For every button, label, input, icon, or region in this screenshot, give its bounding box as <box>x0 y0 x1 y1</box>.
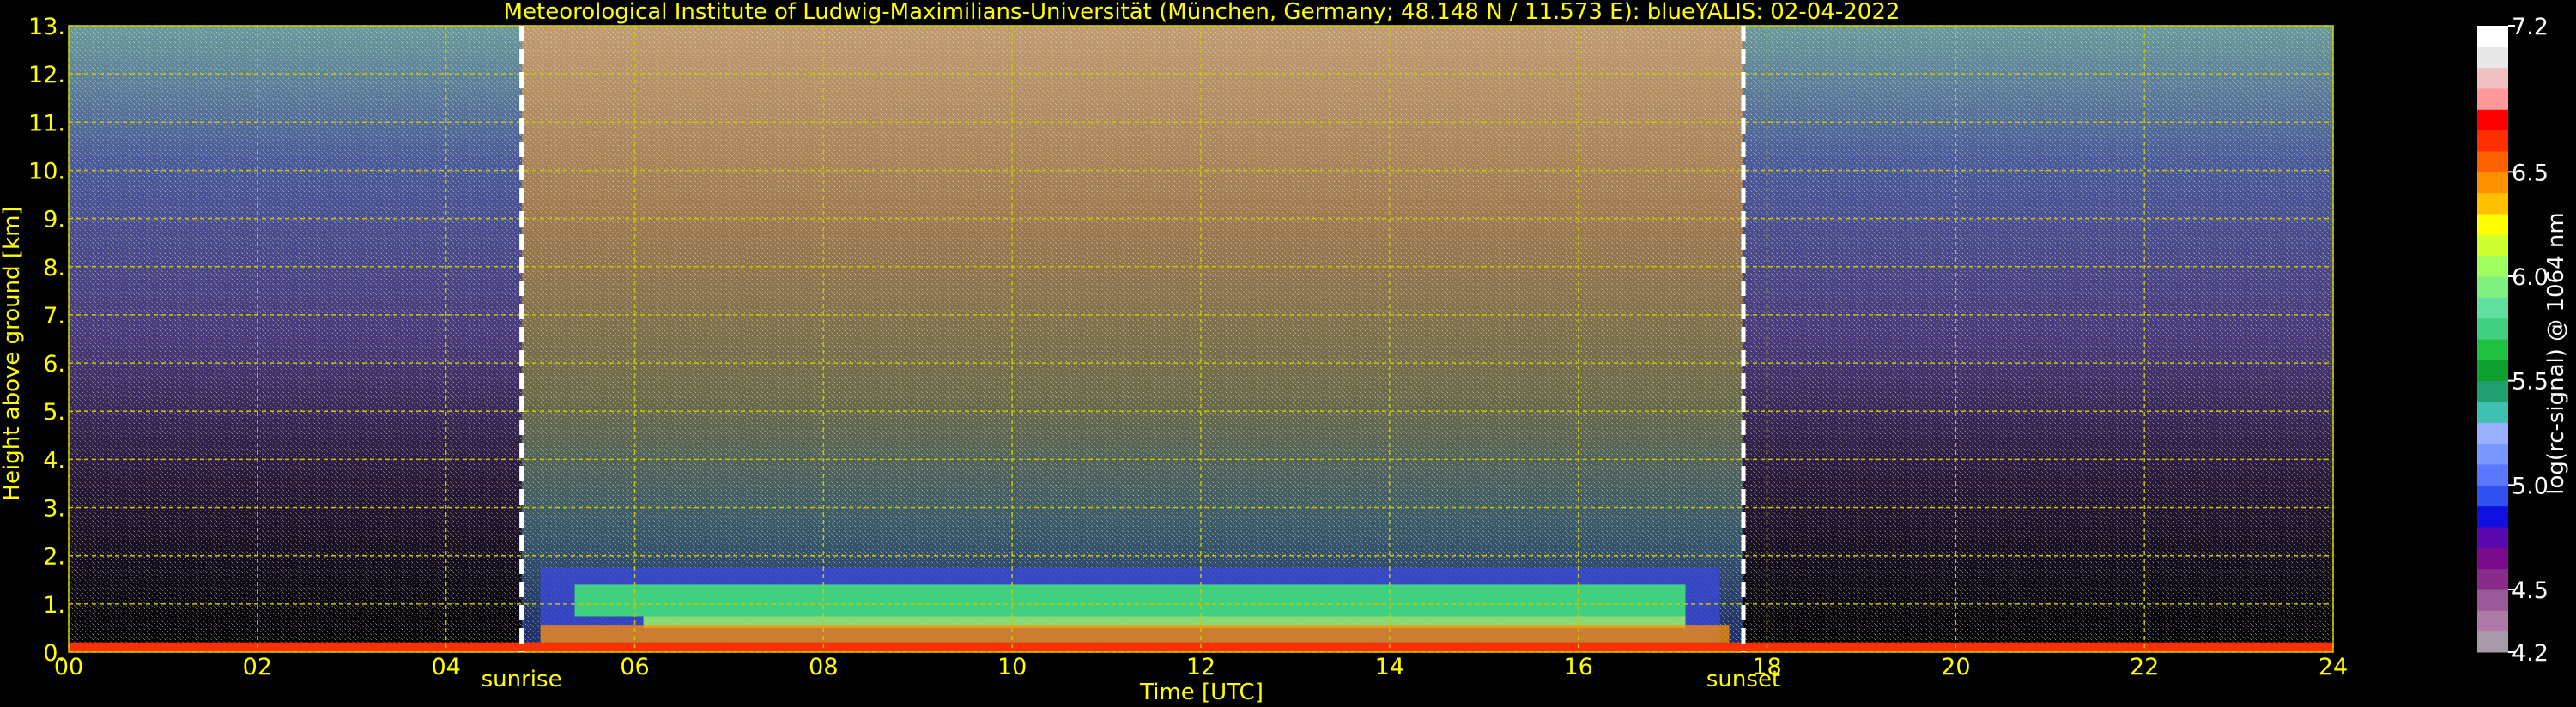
lidar-chart: sunrise sunset 00 02 04 06 08 10 12 14 16 18 20 22 24… <box>0 0 2569 705</box>
colorbar-swatch <box>2477 631 2508 653</box>
y-tick-label: 1. <box>43 592 65 619</box>
colorbar-swatch <box>2477 505 2508 528</box>
x-tick-label: 04 <box>431 654 460 680</box>
colorbar-swatch <box>2477 317 2508 340</box>
x-tick-label: 10 <box>997 654 1027 680</box>
background-noise <box>521 26 1744 652</box>
colorbar-swatch <box>2477 151 2508 172</box>
colorbar-swatch <box>2477 26 2508 47</box>
surface-layer <box>540 625 1730 643</box>
colorbar-swatch <box>2477 464 2508 486</box>
y-tick-label: 8. <box>43 255 65 281</box>
y-tick-label: 13. <box>28 14 65 40</box>
y-tick-label: 10. <box>28 158 65 184</box>
colorbar-swatch <box>2477 485 2508 507</box>
colorbar-swatch <box>2477 610 2508 632</box>
colorbar-swatch <box>2477 192 2508 215</box>
y-tick-label: 5. <box>43 399 65 426</box>
colorbar-swatch <box>2477 339 2508 360</box>
colorbar-swatch <box>2477 297 2508 319</box>
colorbar-swatch <box>2477 568 2508 590</box>
y-tick-label: 0. <box>43 640 65 667</box>
colorbar: 4.24.55.05.56.06.57.2 <box>2477 14 2549 667</box>
y-tick-label: 7. <box>43 303 65 329</box>
x-tick-label: 08 <box>809 654 838 680</box>
x-tick-label: 20 <box>1941 654 1970 680</box>
colorbar-swatch <box>2477 360 2508 382</box>
colorbar-swatch <box>2477 276 2508 298</box>
x-tick-label: 22 <box>2130 654 2159 680</box>
y-tick-label: 4. <box>43 447 65 474</box>
colorbar-tick-label: 4.2 <box>2512 640 2549 667</box>
colorbar-swatch <box>2477 422 2508 444</box>
x-tick-label: 18 <box>1752 654 1781 680</box>
x-tick-label: 24 <box>2318 654 2348 680</box>
x-axis-label: Time [UTC] <box>1139 680 1264 705</box>
colorbar-swatch <box>2477 130 2508 152</box>
aerosol-layer <box>574 584 1686 617</box>
colorbar-swatch <box>2477 547 2508 570</box>
colorbar-swatch <box>2477 234 2508 257</box>
y-tick-label: 2. <box>43 544 65 571</box>
y-tick-label: 12. <box>28 62 65 88</box>
colorbar-swatch <box>2477 402 2508 423</box>
x-tick-label: 16 <box>1563 654 1592 680</box>
colorbar-swatch <box>2477 88 2508 110</box>
colorbar-swatch <box>2477 109 2508 131</box>
x-tick-label: 06 <box>620 654 649 680</box>
colorbar-swatch <box>2477 589 2508 611</box>
colorbar-swatch <box>2477 527 2508 548</box>
colorbar-tick-label: 4.5 <box>2512 577 2549 604</box>
y-tick-label: 11. <box>28 110 65 136</box>
chart-title: Meteorological Institute of Ludwig-Maxim… <box>504 0 1900 25</box>
colorbar-swatch <box>2477 380 2508 402</box>
x-tick-label: 02 <box>243 654 272 680</box>
y-tick-label: 3. <box>43 496 65 523</box>
marker-label-sunrise: sunrise <box>482 667 562 692</box>
colorbar-swatch <box>2477 67 2508 89</box>
colorbar-swatch <box>2477 255 2508 277</box>
y-axis-label: Height above ground [km] <box>0 206 25 500</box>
colorbar-swatch <box>2477 443 2508 465</box>
colorbar-tick-label: 6.5 <box>2512 160 2549 186</box>
x-tick-label: 14 <box>1375 654 1404 680</box>
colorbar-swatch <box>2477 172 2508 194</box>
y-tick-label: 9. <box>43 207 65 233</box>
background-noise <box>1743 26 2333 652</box>
colorbar-swatch <box>2477 214 2508 235</box>
x-tick-label: 12 <box>1186 654 1215 680</box>
colorbar-tick-label: 7.2 <box>2512 14 2549 40</box>
colorbar-swatch <box>2477 46 2508 69</box>
background-noise <box>69 26 522 652</box>
y-tick-label: 6. <box>43 351 65 378</box>
colorbar-label: log(rc-signal) @ 1064 nm <box>2543 212 2569 494</box>
